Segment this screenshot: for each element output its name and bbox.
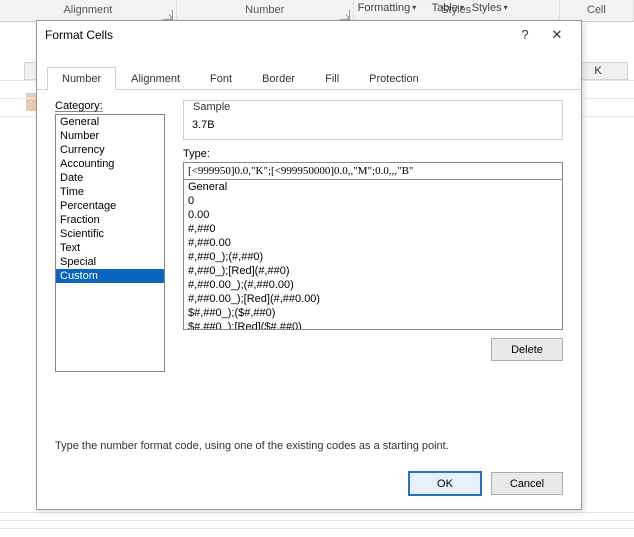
sample-label: Sample [190,101,233,113]
type-item[interactable]: $#,##0_);[Red]($#,##0) [184,320,562,330]
category-item-custom[interactable]: Custom [56,269,164,283]
dialog-tabs: Number Alignment Font Border Fill Protec… [37,67,581,90]
dialog-titlebar[interactable]: Format Cells ? ✕ [37,21,581,49]
help-button[interactable]: ? [509,21,541,49]
tab-alignment[interactable]: Alignment [116,67,195,90]
cell-styles-button[interactable]: Styles▾ [472,0,508,18]
type-item[interactable]: #,##0.00 [184,236,562,250]
close-button[interactable]: ✕ [541,21,573,49]
category-item-accounting[interactable]: Accounting [56,157,164,171]
type-item[interactable]: #,##0_);[Red](#,##0) [184,264,562,278]
ribbon-group-cells: Cell [560,0,634,21]
delete-button[interactable]: Delete [491,338,563,361]
category-item-fraction[interactable]: Fraction [56,213,164,227]
hint-text: Type the number format code, using one o… [55,440,563,452]
type-item[interactable]: #,##0_);(#,##0) [184,250,562,264]
conditional-formatting-button[interactable]: Formatting▾ [358,0,417,18]
category-item-time[interactable]: Time [56,185,164,199]
dialog-launcher-icon[interactable] [163,10,173,20]
category-list[interactable]: General Number Currency Accounting Date … [55,114,165,372]
type-item[interactable]: General [184,180,562,194]
type-item[interactable]: 0 [184,194,562,208]
category-item-scientific[interactable]: Scientific [56,227,164,241]
tab-protection[interactable]: Protection [354,67,434,90]
category-item-date[interactable]: Date [56,171,164,185]
sample-group: Sample 3.7B [183,100,563,140]
cancel-button[interactable]: Cancel [491,472,563,495]
type-item[interactable]: $#,##0_);($#,##0) [184,306,562,320]
format-table-button[interactable]: Table▾ [432,0,464,18]
dialog-title: Format Cells [45,28,509,42]
ribbon-group-number: Number [177,0,354,21]
category-item-number[interactable]: Number [56,129,164,143]
category-item-percentage[interactable]: Percentage [56,199,164,213]
type-item[interactable]: #,##0.00_);(#,##0.00) [184,278,562,292]
dialog-launcher-icon[interactable] [340,10,350,20]
tab-number[interactable]: Number [47,67,116,90]
type-input[interactable] [183,162,563,180]
tab-fill[interactable]: Fill [310,67,354,90]
tab-border[interactable]: Border [247,67,310,90]
category-item-general[interactable]: General [56,115,164,129]
category-label: Category: [55,100,165,112]
type-item[interactable]: #,##0.00_);[Red](#,##0.00) [184,292,562,306]
category-item-text[interactable]: Text [56,241,164,255]
type-item[interactable]: 0.00 [184,208,562,222]
ok-button[interactable]: OK [409,472,481,495]
category-item-special[interactable]: Special [56,255,164,269]
type-label: Type: [183,148,563,160]
ribbon-group-alignment: Alignment [0,0,177,21]
type-item[interactable]: #,##0 [184,222,562,236]
type-list[interactable]: General 0 0.00 #,##0 #,##0.00 #,##0_);(#… [183,180,563,330]
tab-font[interactable]: Font [195,67,247,90]
ribbon-group-styles: Formatting▾ Table▾ Styles▾ Styles [354,0,560,21]
format-cells-dialog: Format Cells ? ✕ Number Alignment Font B… [36,20,582,510]
category-item-currency[interactable]: Currency [56,143,164,157]
sample-value: 3.7B [184,115,562,137]
